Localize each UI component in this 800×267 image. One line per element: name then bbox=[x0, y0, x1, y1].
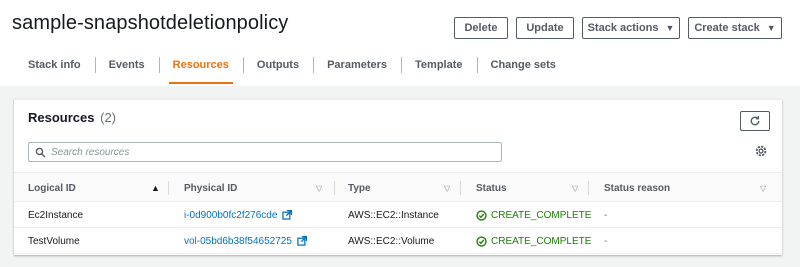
column-divider[interactable] bbox=[168, 181, 169, 195]
tab-parameters[interactable]: Parameters bbox=[313, 46, 401, 84]
external-link-icon bbox=[297, 236, 307, 246]
stack-tabs: Stack info Events Resources Outputs Para… bbox=[14, 46, 570, 84]
logical-id-cell: TestVolume bbox=[28, 235, 80, 247]
logical-id-cell: Ec2Instance bbox=[28, 209, 84, 221]
table-row: Ec2Instance i-0d900b0fc2f276cde AWS::EC2… bbox=[14, 202, 782, 228]
column-header-status-reason[interactable]: Status reason bbox=[604, 173, 670, 203]
column-divider[interactable] bbox=[460, 181, 461, 195]
table-row: TestVolume vol-05bd6b38f54652725 AWS::EC… bbox=[14, 228, 782, 254]
create-stack-label: Create stack bbox=[694, 22, 760, 34]
external-link-icon bbox=[282, 210, 293, 220]
table-header: Logical ID ▲ Physical ID ▽ Type ▽ Status… bbox=[14, 172, 782, 202]
settings-gear-icon[interactable] bbox=[754, 144, 768, 158]
column-header-logical-id[interactable]: Logical ID bbox=[28, 173, 76, 203]
status-text: CREATE_COMPLETE bbox=[491, 235, 592, 247]
column-divider[interactable] bbox=[588, 181, 589, 195]
tab-resources[interactable]: Resources bbox=[158, 46, 243, 84]
column-header-physical-id[interactable]: Physical ID bbox=[184, 173, 237, 203]
stack-actions-label: Stack actions bbox=[587, 22, 659, 34]
search-field[interactable] bbox=[28, 142, 502, 162]
sort-asc-icon[interactable]: ▲ bbox=[151, 173, 160, 203]
resources-title: Resources bbox=[28, 110, 95, 125]
tab-template[interactable]: Template bbox=[401, 46, 476, 84]
status-success-icon bbox=[476, 209, 487, 221]
update-button[interactable]: Update bbox=[516, 17, 574, 39]
update-button-label: Update bbox=[526, 22, 564, 34]
column-header-status[interactable]: Status bbox=[476, 173, 507, 203]
tab-outputs[interactable]: Outputs bbox=[242, 46, 313, 84]
status-cell: CREATE_COMPLETE bbox=[476, 202, 591, 228]
type-cell: AWS::EC2::Instance bbox=[348, 209, 439, 221]
type-cell: AWS::EC2::Volume bbox=[348, 235, 435, 247]
stack-actions-button[interactable]: Stack actions ▼ bbox=[582, 17, 680, 39]
tab-stack-info[interactable]: Stack info bbox=[14, 46, 95, 84]
search-icon bbox=[35, 147, 46, 157]
physical-id-text: i-0d900b0fc2f276cde bbox=[184, 209, 278, 221]
status-reason-cell: - bbox=[604, 209, 608, 221]
status-text: CREATE_COMPLETE bbox=[491, 209, 592, 221]
delete-button-label: Delete bbox=[464, 22, 498, 34]
status-reason-cell: - bbox=[604, 235, 608, 247]
resources-panel: Resources (2) Logical ID ▲ Physical ID ▽… bbox=[14, 99, 782, 255]
page-header: sample-snapshotdeletionpolicy Delete Upd… bbox=[0, 0, 800, 86]
caret-down-icon: ▼ bbox=[665, 23, 675, 33]
column-divider[interactable] bbox=[334, 181, 335, 195]
status-success-icon bbox=[476, 235, 487, 247]
physical-id-link[interactable]: vol-05bd6b38f54652725 bbox=[184, 228, 307, 254]
tab-change-sets[interactable]: Change sets bbox=[476, 46, 570, 84]
refresh-button[interactable] bbox=[740, 111, 770, 131]
resources-heading: Resources (2) bbox=[28, 110, 116, 125]
caret-down-icon: ▼ bbox=[766, 23, 776, 33]
create-stack-button[interactable]: Create stack ▼ bbox=[688, 17, 782, 39]
search-input[interactable] bbox=[51, 146, 481, 158]
delete-button[interactable]: Delete bbox=[454, 17, 508, 39]
page-title: sample-snapshotdeletionpolicy bbox=[12, 12, 289, 34]
sort-desc-icon[interactable]: ▽ bbox=[316, 173, 322, 203]
physical-id-link[interactable]: i-0d900b0fc2f276cde bbox=[184, 202, 293, 228]
physical-id-text: vol-05bd6b38f54652725 bbox=[184, 235, 292, 247]
sort-desc-icon[interactable]: ▽ bbox=[572, 173, 578, 203]
resources-count: (2) bbox=[100, 110, 116, 125]
status-cell: CREATE_COMPLETE bbox=[476, 228, 591, 254]
sort-desc-icon[interactable]: ▽ bbox=[760, 173, 766, 203]
sort-desc-icon[interactable]: ▽ bbox=[444, 173, 450, 203]
column-header-type[interactable]: Type bbox=[348, 173, 371, 203]
refresh-icon bbox=[750, 116, 760, 126]
tab-events[interactable]: Events bbox=[94, 46, 159, 84]
